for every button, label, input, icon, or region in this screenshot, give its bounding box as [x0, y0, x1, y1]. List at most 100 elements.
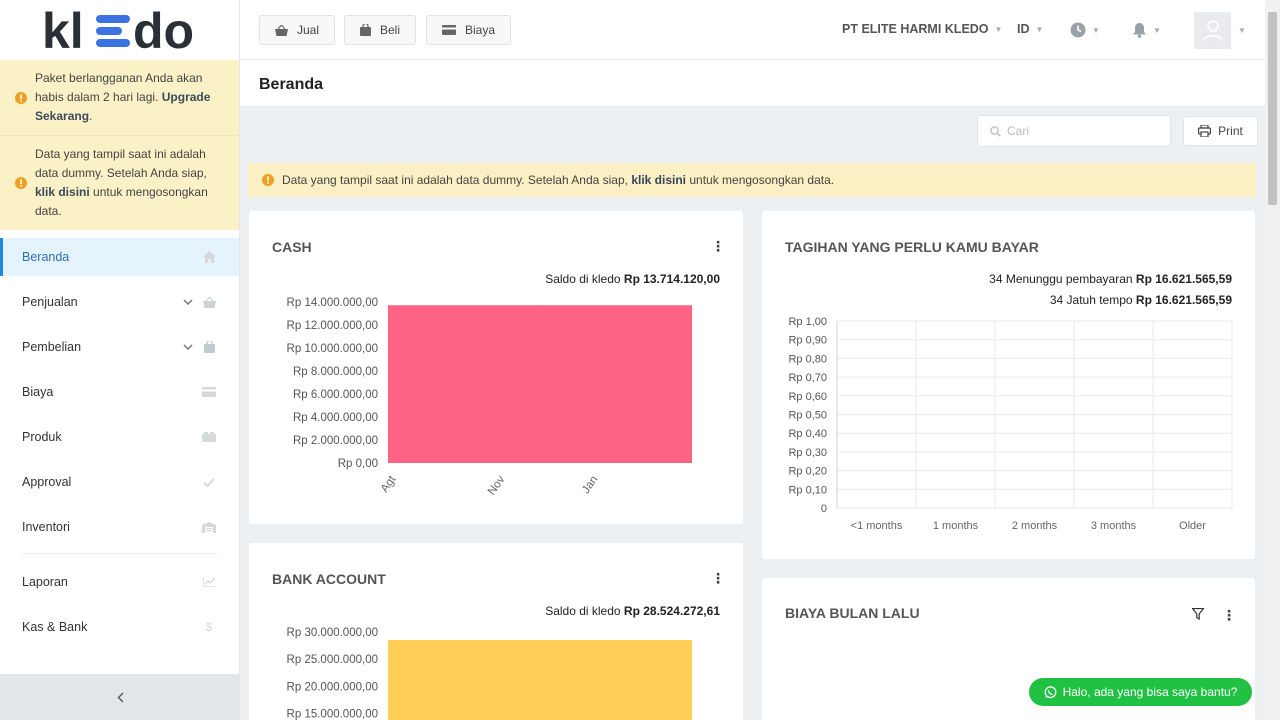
- page-scrollbar[interactable]: [1265, 0, 1280, 720]
- y-tick-label: Rp 6.000.000,00: [293, 389, 378, 401]
- filter-icon[interactable]: [1192, 608, 1204, 620]
- cash-chart: Rp 14.000.000,00 Rp 12.000.000,00 Rp 10.00…: [287, 297, 693, 498]
- sidebar-item-label: Pembelian: [22, 340, 82, 354]
- y-tick-label: Rp 1,00: [788, 316, 827, 328]
- print-button[interactable]: Print: [1183, 116, 1258, 146]
- warehouse-icon: [201, 521, 217, 533]
- sidebar-item-label: Beranda: [22, 250, 70, 264]
- warning-icon: [15, 91, 27, 104]
- clear-data-link[interactable]: klik disini: [35, 185, 90, 199]
- caret-down-icon: ▼: [1035, 24, 1044, 34]
- page-title: Beranda: [259, 76, 324, 93]
- dummy-data-banner: Data yang tampil saat ini adalah data du…: [248, 163, 1256, 197]
- print-label: Print: [1218, 124, 1243, 138]
- scrollbar-thumb[interactable]: [1268, 12, 1277, 205]
- x-tick-label: <1 months: [851, 520, 903, 532]
- user-icon: [1202, 19, 1223, 41]
- bank-area: [388, 640, 692, 720]
- warning-icon: [262, 174, 274, 186]
- sidebar-item-approval[interactable]: Approval: [0, 463, 239, 501]
- chevron-left-icon: [117, 692, 123, 702]
- sidebar-item-kas-bank[interactable]: Kas & Bank $: [0, 608, 239, 646]
- y-tick-label: Rp 25.000.000,00: [287, 654, 378, 666]
- sidebar-alerts: Paket berlangganan Anda akan habis dalam…: [0, 60, 239, 230]
- sidebar-item-label: Produk: [22, 430, 62, 444]
- y-tick-label: Rp 20.000.000,00: [287, 681, 378, 693]
- y-tick-label: Rp 0,00: [338, 458, 378, 470]
- clock-icon: [1070, 22, 1086, 38]
- language-code: ID: [1017, 22, 1030, 36]
- whatsapp-chat-button[interactable]: Halo, ada yang bisa saya bantu?: [1029, 678, 1252, 706]
- chevron-down-icon[interactable]: [175, 344, 201, 350]
- svg-text:kl: kl: [42, 6, 84, 54]
- sidebar-item-label: Inventori: [22, 520, 70, 534]
- sidebar-collapse-button[interactable]: [0, 674, 240, 720]
- box-icon: [201, 432, 217, 442]
- caret-down-icon: ▼: [1092, 25, 1100, 35]
- sidebar-item-penjualan[interactable]: Penjualan: [0, 283, 239, 321]
- x-tick-label: Jan: [580, 474, 600, 496]
- sidebar-item-pembelian[interactable]: Pembelian: [0, 328, 239, 366]
- bank-account-card: BANK ACCOUNT ⋮ Saldo di kledo Rp 28.524.…: [249, 543, 743, 720]
- dollar-icon: $: [205, 620, 213, 634]
- search-input[interactable]: [1007, 124, 1157, 138]
- dummy-data-alert: Data yang tampil saat ini adalah data du…: [0, 135, 239, 230]
- search-icon: [990, 125, 1001, 137]
- y-tick-label: Rp 0,70: [788, 372, 827, 384]
- cash-card: CASH ⋮ Saldo di kledo Rp 13.714.120,00 R…: [249, 211, 743, 524]
- x-tick-label: Nov: [486, 474, 508, 498]
- whatsapp-label: Halo, ada yang bisa saya bantu?: [1062, 685, 1238, 699]
- chevron-down-icon[interactable]: [175, 299, 201, 305]
- subscription-alert: Paket berlangganan Anda akan habis dalam…: [0, 60, 239, 135]
- sidebar-item-biaya[interactable]: Biaya: [0, 373, 239, 411]
- check-icon: [201, 477, 217, 487]
- notifications-menu[interactable]: ▼: [1132, 22, 1161, 38]
- jual-button[interactable]: Jual: [259, 15, 336, 45]
- beli-button[interactable]: Beli: [344, 15, 417, 45]
- x-tick-label: 2 months: [1012, 520, 1058, 532]
- language-selector[interactable]: ID ▼: [1017, 22, 1043, 36]
- sidebar-item-label: Penjualan: [22, 295, 78, 309]
- search-box[interactable]: [977, 115, 1171, 147]
- jual-label: Jual: [297, 23, 320, 37]
- y-tick-label: Rp 0,60: [788, 391, 827, 403]
- bag-icon: [360, 24, 371, 36]
- cash-area: [388, 305, 692, 463]
- kledo-logo[interactable]: kl do: [0, 0, 239, 60]
- basket-icon: [201, 296, 217, 308]
- y-tick-label: Rp 0,30: [788, 447, 827, 459]
- bag-icon: [201, 341, 217, 353]
- avatar[interactable]: [1194, 12, 1231, 49]
- printer-icon: [1198, 125, 1212, 137]
- biaya-button[interactable]: Biaya: [426, 15, 512, 45]
- company-selector[interactable]: PT ELITE HARMI KLEDO ▼: [842, 22, 1002, 36]
- y-tick-label: Rp 8.000.000,00: [293, 366, 378, 378]
- home-icon: [201, 251, 217, 263]
- bank-chart: Rp 30.000.000,00 Rp 25.000.000,00 Rp 20.00…: [287, 627, 692, 720]
- sidebar-item-produk[interactable]: Produk: [0, 418, 239, 456]
- warning-icon: [15, 177, 27, 189]
- y-tick-label: Rp 15.000.000,00: [287, 709, 378, 720]
- history-menu[interactable]: ▼: [1070, 22, 1100, 38]
- card-icon: [442, 25, 456, 35]
- x-tick-label: Older: [1179, 520, 1206, 532]
- beli-label: Beli: [380, 23, 401, 37]
- sidebar-item-laporan[interactable]: Laporan: [0, 563, 239, 601]
- topbar: Jual Beli Biaya PT ELITE HARMI KLEDO ▼ I…: [240, 0, 1265, 60]
- caret-down-icon[interactable]: ▼: [1238, 26, 1246, 35]
- sidebar-item-inventori[interactable]: Inventori: [0, 508, 239, 546]
- card-icon: [201, 387, 217, 397]
- y-tick-label: Rp 0,50: [788, 410, 827, 422]
- company-name: PT ELITE HARMI KLEDO: [842, 22, 989, 36]
- sidebar: kl do Paket berlangganan Anda akan habis…: [0, 0, 240, 720]
- sidebar-item-label: Approval: [22, 475, 72, 489]
- nav-divider: [22, 553, 217, 554]
- x-tick-label: Agt: [379, 473, 399, 495]
- kebab-menu-icon[interactable]: ⋮: [1222, 608, 1236, 622]
- sidebar-item-beranda[interactable]: Beranda: [0, 238, 239, 276]
- clear-data-link[interactable]: klik disini: [631, 173, 686, 187]
- caret-down-icon: ▼: [1153, 25, 1161, 35]
- bell-icon: [1133, 23, 1146, 38]
- caret-down-icon: ▼: [994, 24, 1003, 34]
- y-tick-label: Rp 0,10: [788, 484, 827, 496]
